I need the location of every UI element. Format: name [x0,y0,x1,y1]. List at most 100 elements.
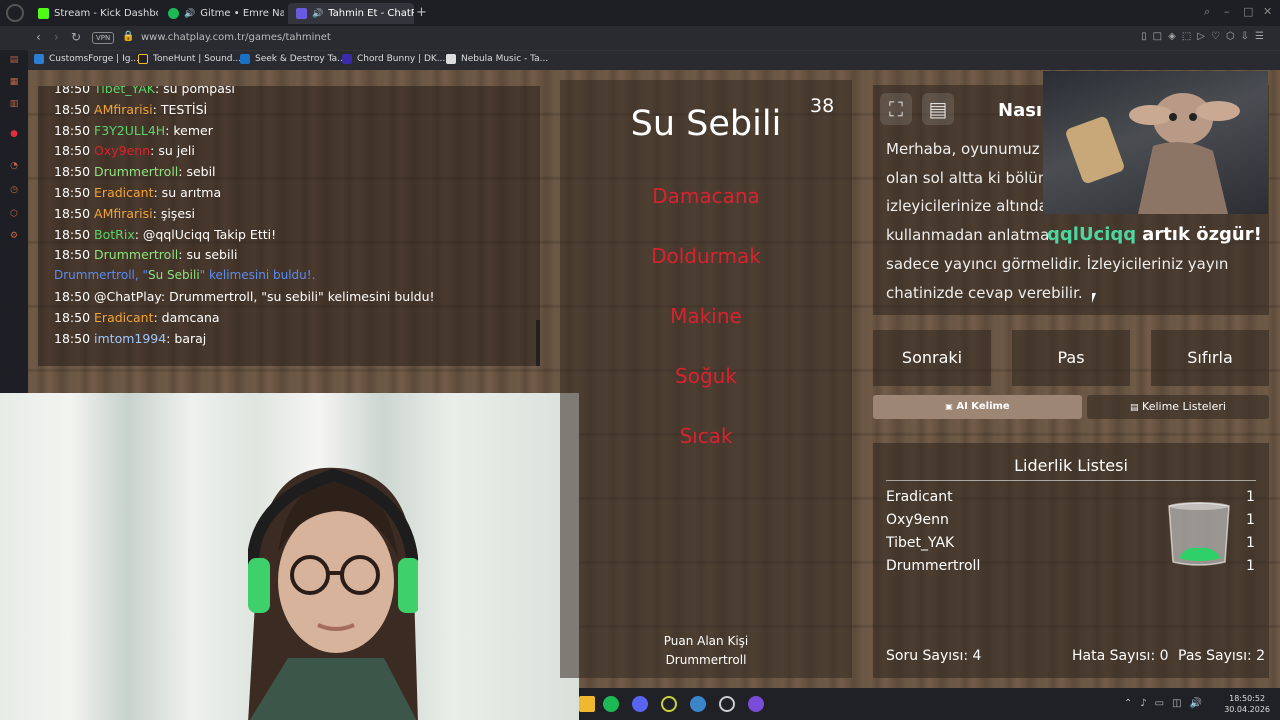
next-button[interactable]: Sonraki [873,330,991,386]
bookmark-tonehunt[interactable]: ToneHunt | Sound... [138,54,241,64]
speaker-icon: 🔊 [312,8,324,19]
chat-scrollbar[interactable] [536,320,540,366]
url-field[interactable]: www.chatplay.com.tr/games/tahminet [141,32,331,43]
system-prefix: Drummertroll, " [54,268,149,283]
reset-button[interactable]: Sıfırla [1151,330,1269,386]
obs-icon[interactable] [719,696,735,712]
chat-timestamp: 18:50 [54,309,91,325]
streamer-image [248,467,418,720]
sidebar-app-icon[interactable]: ▥ [8,98,20,110]
taboo-word: Sıcak [679,424,733,448]
sidebar-app-icon[interactable]: ⬡ [8,208,20,220]
bookmark-seek-destroy[interactable]: Seek & Destroy Ta... [240,54,346,64]
sidebar-record-icon[interactable]: ● [8,128,20,140]
screen: Stream - Kick Dashboard 🔊 Gitme • Emre N… [0,0,1280,720]
chat-username[interactable]: AMfirarisi [94,102,153,117]
chat-message: 18:50 imtom1994: baraj [54,331,206,346]
help-text: chatinizde cevap verebilir. [886,284,1083,302]
tab-chatplay[interactable]: 🔊 Tahmin Et - ChatPlay [288,3,414,24]
alert-message: artık özgür! [1142,224,1262,245]
chat-username[interactable]: BotRix [94,227,135,242]
spotify-icon[interactable] [603,696,619,712]
chat-username[interactable]: Drummertroll [94,164,178,179]
chat-text: : sebil [178,164,216,180]
leaderboard-name: Eradicant [886,489,953,505]
leaderboard-name: Tibet_YAK [886,535,955,551]
minimize-icon[interactable]: – [1224,5,1230,18]
app-icon[interactable] [690,696,706,712]
folder-icon[interactable] [579,696,595,712]
system-tray[interactable]: ⌃♪▭◫🔊 [1124,698,1210,709]
chat-username[interactable]: Drummertroll [94,247,178,262]
tab-title: Stream - Kick Dashboard [54,8,158,19]
chat-username[interactable]: F3Y2ULL4H [94,123,165,138]
chat-username[interactable]: imtom1994 [94,331,166,346]
ai-word-button[interactable]: ▣ AI Kelime [873,395,1082,419]
word-lists-button[interactable]: ▤ Kelime Listeleri [1087,395,1269,419]
chat-message: 18:50 BotRix: @qqlUciqq Takip Etti! [54,227,276,242]
bookmark-label: CustomsForge | Ig... [49,54,140,64]
chat-timestamp: 18:50 [54,205,91,221]
new-tab-button[interactable]: + [416,5,427,20]
maximize-icon[interactable]: □ [1243,5,1253,18]
pass-count: Pas Sayısı: 2 [1178,648,1266,664]
chat-username[interactable]: Tibet_YAK [94,86,155,96]
chat-username[interactable]: @ChatPlay [94,289,161,304]
sidebar-app-icon[interactable]: ▤ [8,54,20,66]
leaderboard-name: Drummertroll [886,558,981,574]
search-icon[interactable]: ⌕ [1204,5,1210,19]
chat-username[interactable]: Oxy9enn [94,143,150,158]
bookmarks-bar: CustomsForge | Ig... ToneHunt | Sound...… [0,50,1280,70]
taboo-word: Damacana [652,184,760,208]
speaker-icon: 🔊 [184,8,196,19]
chat-text: : kemer [165,122,213,138]
system-suffix: " kelimesini buldu!. [199,268,316,283]
clock-date: 30.04.2026 [1224,705,1270,714]
bookmark-icon [240,54,250,64]
bookmark-customsforge[interactable]: CustomsForge | Ig... [34,54,139,64]
bookmark-nebula-music[interactable]: Nebula Music - Ta... [446,54,548,64]
chat-message: 18:50 Tibet_YAK: su pompası [54,86,235,96]
target-word: Su Sebili [630,104,782,144]
browser-menu-icon[interactable] [6,4,24,22]
close-icon[interactable]: ✕ [1263,5,1272,18]
sidebar-settings-icon[interactable]: ⚙ [8,230,20,242]
tab-spotify[interactable]: 🔊 Gitme • Emre Nalbant... [160,3,284,24]
pass-button[interactable]: Pas [1012,330,1130,386]
chatplay-icon [296,8,307,19]
sidebar-clock-icon[interactable]: ◷ [8,184,20,196]
browser-icon[interactable] [661,696,677,712]
sidebar-app-icon[interactable]: ▦ [8,76,20,88]
back-icon[interactable]: ‹ [36,30,41,44]
chat-username[interactable]: AMfirarisi [94,206,153,221]
chat-username[interactable]: Eradicant [94,185,153,200]
reload-icon[interactable]: ↻ [71,30,81,44]
help-text: Merhaba, oyunumuz [886,140,1040,158]
jar-icon [1168,502,1230,566]
bookmark-label: Chord Bunny | DK... [357,54,446,64]
leaderboard-score: 1 [1246,489,1255,505]
chat-username[interactable]: Eradicant [94,310,153,325]
chat-text: : su arıtma [153,185,222,200]
list-icon: ▤ [1130,403,1139,413]
fullscreen-icon[interactable]: ⛶ [880,93,912,125]
chat-timestamp: 18:50 [54,289,91,304]
tab-kick-dashboard[interactable]: Stream - Kick Dashboard [30,3,158,24]
notes-icon[interactable]: ▤ [922,93,954,125]
discord-icon[interactable] [632,696,648,712]
robot-icon: ▣ [945,402,953,411]
toolbar-icons[interactable]: ▯□◈⬚▷♡⬡⇩☰ [1141,31,1270,42]
sidebar-app-icon[interactable]: ◔ [8,160,20,172]
address-bar: ‹ › ↻ VPN 🔒 www.chatplay.com.tr/games/ta… [0,26,1280,50]
clock[interactable]: 18:50:52 30.04.2026 [1224,693,1270,715]
bookmark-icon [138,54,148,64]
forward-icon[interactable]: › [54,30,59,44]
chat-timestamp: 18:50 [54,122,91,138]
follow-alert-text: qqlUciqq artık özgür! [1047,224,1262,245]
clock-time: 18:50:52 [1229,694,1266,703]
bookmark-icon [342,54,352,64]
app-icon[interactable] [748,696,764,712]
chat-timestamp: 18:50 [54,247,91,263]
vpn-badge[interactable]: VPN [92,32,115,44]
bookmark-chord-bunny[interactable]: Chord Bunny | DK... [342,54,445,64]
